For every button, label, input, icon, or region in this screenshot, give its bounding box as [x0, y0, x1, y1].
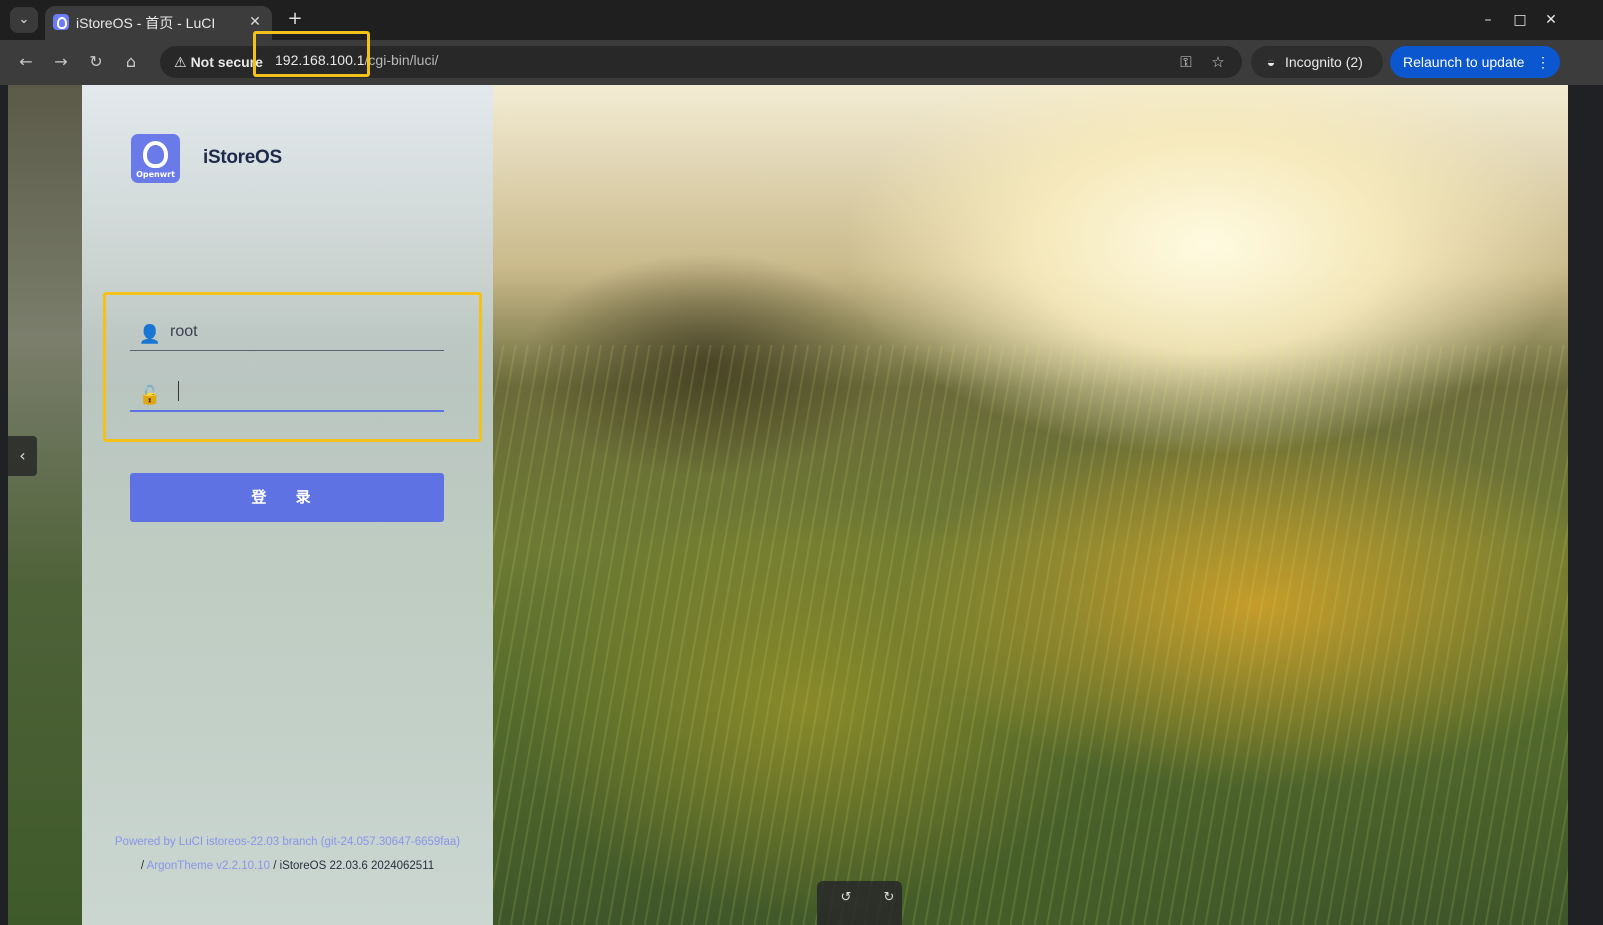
warning-icon: ⚠	[174, 54, 187, 70]
forward-icon[interactable]: →	[49, 50, 73, 74]
background-left-strip	[8, 85, 82, 925]
maximize-icon[interactable]: □	[1510, 10, 1530, 30]
footer-version-line: / ArgonTheme v2.2.10.10 / iStoreOS 22.03…	[82, 860, 493, 872]
chevron-left-icon[interactable]: ‹	[8, 436, 37, 476]
star-icon[interactable]: ☆	[1208, 52, 1228, 72]
footer-separator: /	[140, 860, 145, 872]
tab-strip: ⌄ iStoreOS - 首页 - LuCI ✕ + – □ ✕	[0, 0, 1603, 40]
powered-by-link[interactable]: Powered by LuCI istoreos-22.03 branch (g…	[82, 836, 493, 848]
rotate-left-icon[interactable]: ↺	[837, 889, 855, 907]
username-underline	[130, 350, 444, 351]
user-icon: 👤	[138, 324, 162, 345]
login-button[interactable]: 登 录	[130, 473, 444, 522]
browser-tab[interactable]: iStoreOS - 首页 - LuCI ✕	[45, 6, 272, 40]
close-window-icon[interactable]: ✕	[1541, 10, 1561, 30]
theme-link[interactable]: ArgonTheme v2.2.10.10	[147, 860, 270, 872]
username-input[interactable]	[170, 317, 440, 347]
browser-window: ⌄ iStoreOS - 首页 - LuCI ✕ + – □ ✕ ← → ↻ ⌂…	[0, 0, 1603, 925]
incognito-chip[interactable]: ◒ Incognito (2)	[1251, 46, 1383, 78]
username-field[interactable]: 👤	[130, 313, 444, 351]
more-menu-icon[interactable]: ⋮	[1536, 46, 1550, 78]
brand-name: iStoreOS	[203, 147, 282, 168]
url-text[interactable]: 192.168.100.1/cgi-bin/luci/	[275, 52, 438, 68]
close-tab-icon[interactable]: ✕	[246, 13, 264, 31]
address-bar[interactable]: ⚠ Not secure 192.168.100.1/cgi-bin/luci/ …	[160, 46, 1242, 78]
key-icon[interactable]: ⚿	[1176, 52, 1196, 72]
incognito-icon: ◒	[1266, 54, 1276, 70]
login-panel: Openwrt iStoreOS 👤 🔓 登 录 Powered by LuCI…	[82, 85, 493, 925]
page-viewport: ‹ Openwrt iStoreOS 👤 🔓 登 录 Powered by Lu…	[8, 85, 1568, 925]
new-tab-button[interactable]: +	[284, 9, 306, 31]
openwrt-logo: Openwrt	[131, 134, 180, 183]
text-cursor	[178, 381, 179, 401]
home-icon[interactable]: ⌂	[119, 50, 143, 74]
back-icon[interactable]: ←	[14, 50, 38, 74]
logo-sub-label: Openwrt	[136, 170, 175, 179]
incognito-label: Incognito (2)	[1285, 54, 1363, 70]
password-input[interactable]	[170, 378, 440, 408]
relaunch-button[interactable]: Relaunch to update ⋮	[1390, 46, 1560, 78]
rotate-right-icon[interactable]: ↻	[880, 889, 898, 907]
tab-search-icon[interactable]: ⌄	[10, 7, 38, 33]
minimize-icon[interactable]: –	[1478, 10, 1498, 30]
background-photo	[493, 345, 1568, 925]
version-text: / iStoreOS 22.03.6 2024062511	[273, 860, 435, 872]
openwrt-favicon-icon	[53, 14, 69, 30]
rotate-controls: ↺ ↻	[817, 881, 902, 925]
browser-toolbar: ← → ↻ ⌂ ⚠ Not secure 192.168.100.1/cgi-bi…	[0, 40, 1603, 85]
security-chip[interactable]: ⚠ Not secure	[166, 51, 271, 73]
unlock-icon: 🔓	[138, 385, 162, 406]
relaunch-label: Relaunch to update	[1403, 54, 1525, 70]
password-field[interactable]: 🔓	[130, 374, 444, 412]
reload-icon[interactable]: ↻	[84, 50, 108, 74]
url-path: /cgi-bin/luci/	[364, 52, 439, 68]
password-underline	[130, 410, 444, 412]
url-host: 192.168.100.1	[275, 52, 365, 68]
not-secure-label: Not secure	[190, 54, 263, 70]
tab-title: iStoreOS - 首页 - LuCI	[76, 15, 216, 31]
